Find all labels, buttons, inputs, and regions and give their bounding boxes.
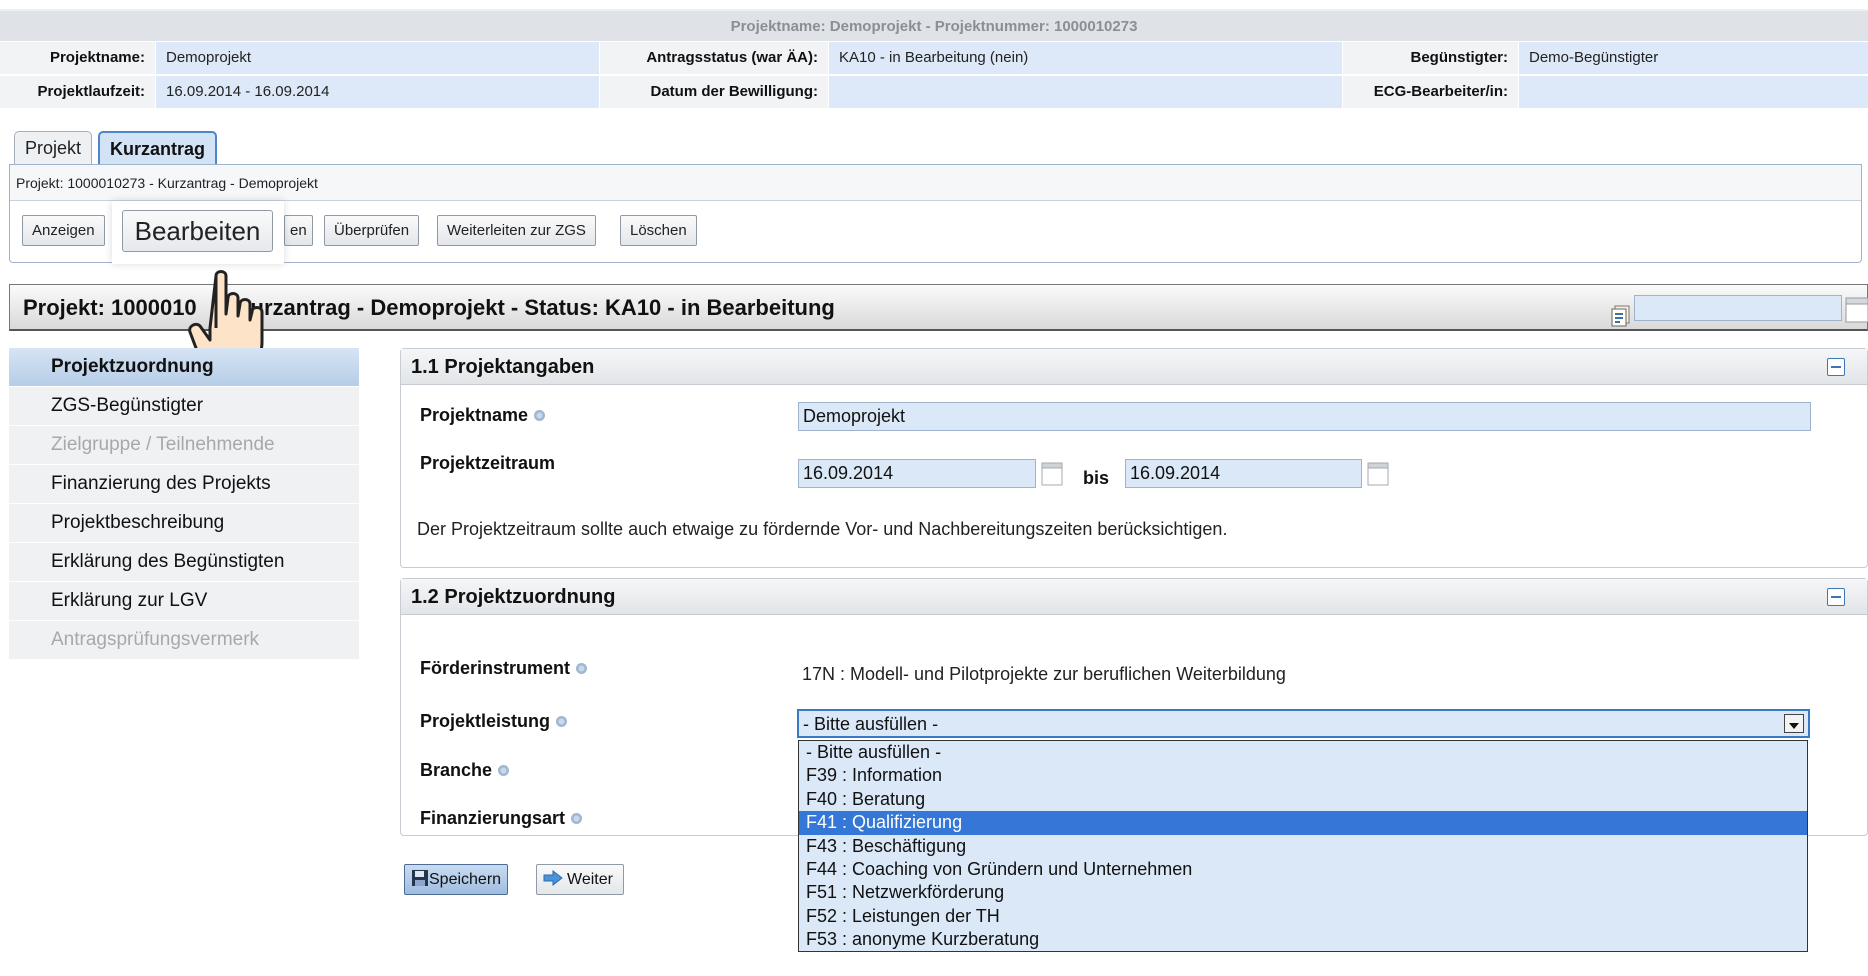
finanzierungsart-label-text: Finanzierungsart: [420, 808, 566, 828]
header-label-laufzeit: Projektlaufzeit:: [0, 76, 155, 108]
header-value-beguenstigter: Demo-Begünstigter: [1519, 42, 1868, 74]
zeitraum-from-input[interactable]: 16.09.2014: [798, 459, 1036, 488]
status-search-input[interactable]: [1634, 295, 1842, 321]
header-label-projektname: Projektname:: [0, 42, 155, 74]
collapse-section-2-icon[interactable]: [1827, 588, 1845, 606]
header-label-bewilligung: Datum der Bewilligung:: [600, 76, 828, 108]
header-label-antragsstatus: Antragsstatus (war ÄA):: [600, 42, 828, 74]
dropdown-option[interactable]: F51 : Netzwerkförderung: [799, 881, 1807, 904]
section-projektangaben-heading: 1.1 Projektangaben: [411, 356, 595, 378]
dropdown-option-highlighted[interactable]: F41 : Qualifizierung: [799, 811, 1807, 835]
chevron-down-icon[interactable]: [1784, 714, 1804, 733]
header-label-beguenstigter: Begünstigter:: [1343, 42, 1518, 74]
header-value-laufzeit: 16.09.2014 - 16.09.2014: [156, 76, 599, 108]
projektleistung-select[interactable]: - Bitte ausfüllen -: [797, 709, 1810, 738]
tab-projekt[interactable]: Projekt: [14, 131, 93, 165]
arrow-right-icon: [543, 869, 563, 887]
projektzeitraum-label: Projektzeitraum: [420, 453, 556, 473]
dropdown-option[interactable]: F53 : anonyme Kurzberatung: [799, 928, 1807, 951]
header-row-2: Projektlaufzeit: 16.09.2014 - 16.09.2014…: [0, 76, 1868, 109]
projektname-label-text: Projektname: [420, 405, 529, 425]
speichern-label: Speichern: [429, 871, 502, 888]
finanzierungsart-label: Finanzierungsart: [420, 808, 583, 829]
nav-item-3[interactable]: Finanzierung des Projekts: [9, 465, 359, 504]
calendar-icon[interactable]: [1845, 293, 1868, 338]
bis-label: bis: [1083, 468, 1110, 488]
floppy-disk-icon: [412, 870, 428, 886]
nav-item-7: Antragsprüfungsvermerk: [9, 621, 359, 660]
projektname-input[interactable]: Demoprojekt: [798, 402, 1811, 431]
header-label-bearbeiter: ECG-Bearbeiter/in:: [1343, 76, 1518, 108]
header-value-projektname: Demoprojekt: [156, 42, 599, 74]
dropdown-option[interactable]: F44 : Coaching von Gründern und Unterneh…: [799, 858, 1807, 881]
weiter-label: Weiter: [567, 871, 613, 888]
weiterleiten-zgs-button[interactable]: Weiterleiten zur ZGS: [437, 215, 596, 246]
bearbeiten-button[interactable]: Bearbeiten: [122, 210, 273, 252]
foerderinstrument-label: Förderinstrument: [420, 658, 588, 679]
status-text-part1: Projekt: 1000010: [23, 295, 197, 320]
branche-label: Branche: [420, 760, 510, 781]
weiter-button[interactable]: Weiter: [536, 864, 624, 895]
document-icon[interactable]: [1611, 297, 1631, 342]
status-bar: Projekt: 1000010 Kurzantrag - Demoprojekt…: [9, 284, 1868, 331]
info-icon[interactable]: [497, 764, 510, 777]
collapse-section-1-icon[interactable]: [1827, 358, 1845, 376]
ueberpruefen-button[interactable]: Überprüfen: [324, 215, 420, 246]
foerderinstrument-label-text: Förderinstrument: [420, 658, 571, 678]
nav-item-5[interactable]: Erklärung des Begünstigten: [9, 543, 359, 582]
speichern-button[interactable]: Speichern: [404, 864, 509, 895]
dropdown-option[interactable]: F43 : Beschäftigung: [799, 835, 1807, 858]
section-projektzuordnung-title: 1.2 Projektzuordnung: [401, 579, 1867, 615]
branche-label-text: Branche: [420, 760, 493, 780]
nav-item-6[interactable]: Erklärung zur LGV: [9, 582, 359, 621]
calendar-to-icon[interactable]: [1367, 462, 1389, 490]
nav-item-4[interactable]: Projektbeschreibung: [9, 504, 359, 543]
info-icon[interactable]: [570, 812, 583, 825]
breadcrumb: Projekt: 1000010273 - Kurzantrag - Demop…: [10, 165, 1861, 201]
dropdown-option[interactable]: - Bitte ausfüllen -: [799, 741, 1807, 764]
status-text-part2: Kurzantrag - Demoprojekt - Status: KA10 …: [234, 295, 835, 320]
header-value-bearbeiter: [1519, 76, 1868, 108]
anzeigen-button[interactable]: Anzeigen: [22, 215, 105, 246]
section-nav: Projektzuordnung ZGS-Begünstigter Zielgr…: [9, 348, 359, 660]
kurzantrag-panel: Projekt: 1000010273 - Kurzantrag - Demop…: [9, 164, 1862, 263]
bearbeiten-button-partial[interactable]: en: [284, 215, 313, 246]
loeschen-button[interactable]: Löschen: [620, 215, 697, 246]
foerderinstrument-value: 17N : Modell- und Pilotprojekte zur beru…: [802, 664, 1286, 684]
zeitraum-hint: Der Projektzeitraum sollte auch etwaige …: [417, 519, 1228, 539]
nav-item-2: Zielgruppe / Teilnehmende: [9, 426, 359, 465]
dropdown-option[interactable]: F52 : Leistungen der TH: [799, 905, 1807, 928]
info-icon[interactable]: [555, 715, 568, 728]
projektleistung-selected-value: - Bitte ausfüllen -: [803, 714, 939, 734]
header-row-1: Projektname: Demoprojekt Antragsstatus (…: [0, 42, 1868, 75]
projektname-label: Projektname: [420, 405, 546, 426]
calendar-from-icon[interactable]: [1041, 462, 1063, 490]
dropdown-option[interactable]: F40 : Beratung: [799, 788, 1807, 811]
header-value-antragsstatus: KA10 - in Bearbeitung (nein): [829, 42, 1342, 74]
info-icon[interactable]: [575, 662, 588, 675]
zeitraum-to-input[interactable]: 16.09.2014: [1125, 459, 1362, 488]
header-value-bewilligung: [829, 76, 1342, 108]
info-icon[interactable]: [533, 409, 546, 422]
projektleistung-label-text: Projektleistung: [420, 711, 551, 731]
project-header-title: Projektname: Demoprojekt - Projektnummer…: [0, 9, 1868, 41]
section-projektzuordnung-heading: 1.2 Projektzuordnung: [411, 586, 616, 608]
projektleistung-label: Projektleistung: [420, 711, 568, 732]
nav-item-0[interactable]: Projektzuordnung: [9, 348, 359, 387]
bearbeiten-zoom-callout: Bearbeiten: [112, 201, 284, 264]
nav-item-1[interactable]: ZGS-Begünstigter: [9, 387, 359, 426]
tab-kurzantrag[interactable]: Kurzantrag: [98, 131, 218, 165]
dropdown-option[interactable]: F39 : Information: [799, 764, 1807, 787]
section-projektangaben-title: 1.1 Projektangaben: [401, 349, 1867, 385]
projektleistung-dropdown-list: - Bitte ausfüllen - F39 : Information F4…: [798, 740, 1808, 952]
